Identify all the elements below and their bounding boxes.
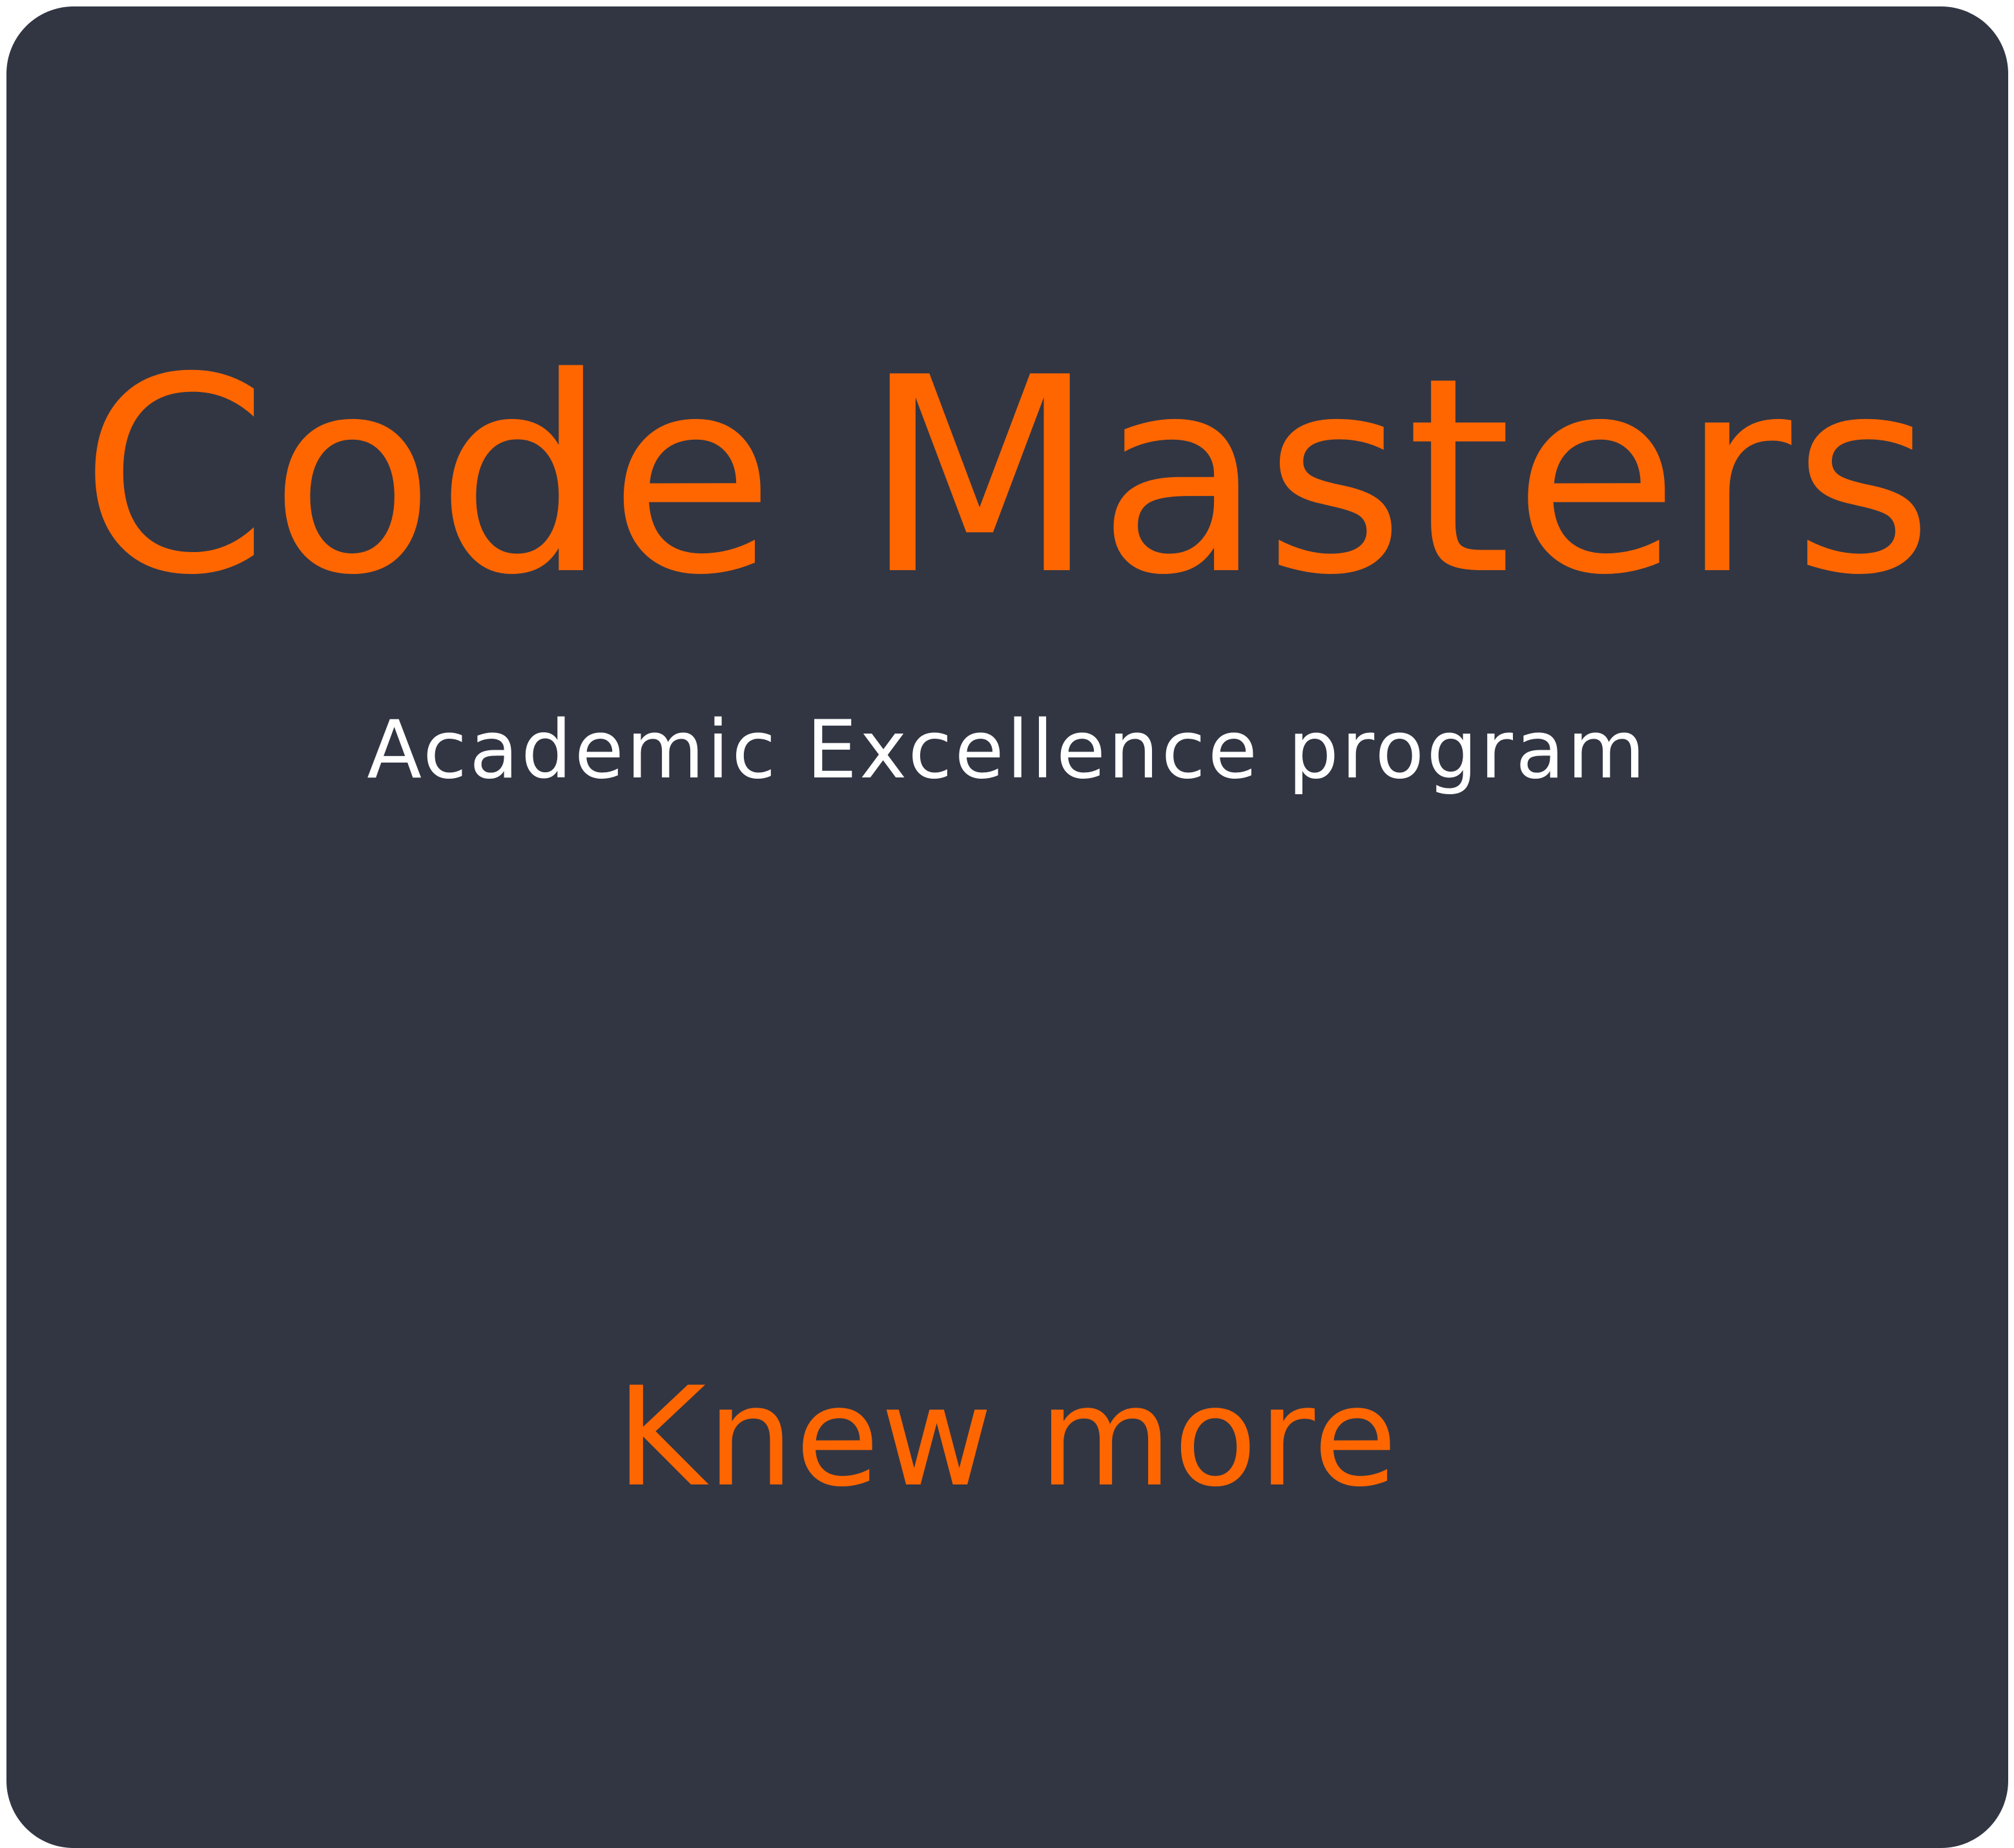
card-title: Code Masters (79, 320, 1935, 634)
promo-card: Code Masters Academic Excellence program… (6, 6, 2008, 1848)
know-more-button[interactable]: Knew more (616, 1369, 1399, 1506)
card-subtitle: Academic Excellence program (367, 704, 1648, 797)
